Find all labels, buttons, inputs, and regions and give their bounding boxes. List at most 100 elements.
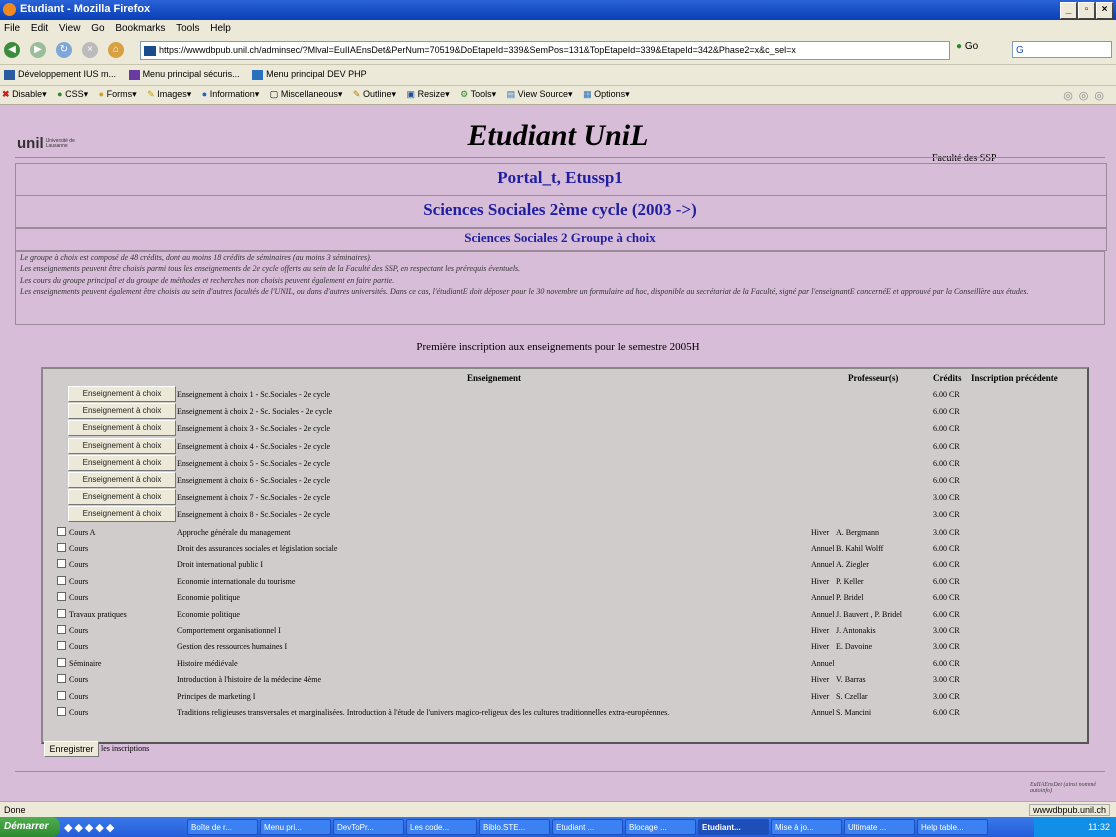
dev-options[interactable]: ▦ Options▾ [583,89,630,100]
dev-css[interactable]: ● CSS▾ [57,89,88,100]
start-button[interactable]: Démarrer [0,817,60,837]
course-period: Hiver [811,691,830,701]
course-checkbox[interactable] [57,674,66,684]
menu-view[interactable]: View [55,20,85,37]
course-checkbox[interactable] [57,575,66,585]
course-checkbox[interactable] [57,641,66,651]
course-checkbox[interactable] [57,707,66,716]
back-icon[interactable]: ◀ [4,42,20,58]
reload-icon[interactable]: ↻ [56,42,72,58]
course-name: Approche générale du management [177,527,291,537]
dev-label: Images [157,89,187,99]
course-name: Droit international public I [177,560,263,570]
dev-disable[interactable]: ✖ Disable▾ [2,89,47,100]
course-checkbox[interactable] [57,543,66,552]
course-period: Hiver [811,675,830,685]
dev-miscellaneous[interactable]: ▢ Miscellaneous▾ [270,89,343,100]
taskbar-item[interactable]: Les code... [406,819,477,835]
maximize-button[interactable]: ▫ [1078,2,1095,19]
course-name: Principes de marketing I [177,691,256,701]
course-professor: J. Bauvert , P. Bridel [836,609,902,619]
bookmark-label: Menu principal sécuris... [142,69,240,79]
quick-launch-icons[interactable]: ◆◆◆◆◆ [64,821,116,834]
course-credits: 6.00 CR [933,544,960,553]
stop-icon[interactable]: × [82,42,98,58]
go-button[interactable]: ● Go [956,41,978,52]
menu-file[interactable]: File [0,20,24,37]
description-line: Les enseignements peuvent être choisis p… [20,264,521,274]
taskbar-item[interactable]: Biblo.STE... [479,819,550,835]
choice-button[interactable]: Enseignement à choix [68,489,176,506]
course-name: Droit des assurances sociales et législa… [177,544,338,553]
home-icon[interactable]: ⌂ [108,42,124,58]
taskbar-item[interactable]: Menu pri... [260,819,331,835]
course-checkbox[interactable] [57,592,66,602]
site-favicon-icon [144,45,156,56]
forward-icon[interactable]: ▶ [30,42,46,58]
search-input[interactable]: G [1012,41,1112,58]
dev-label: Tools [470,89,492,99]
course-credits: 6.00 CR [933,593,960,603]
save-button[interactable]: Enregistrer [44,741,99,757]
course-checkbox[interactable] [57,625,66,634]
dev-tools[interactable]: ⚙ Tools▾ [460,89,496,100]
tools-icon: ⚙ [460,89,469,99]
choice-button[interactable]: Enseignement à choix [68,420,176,437]
dev-information[interactable]: ● Information▾ [202,89,260,100]
course-checkbox[interactable] [57,690,66,700]
course-name: Comportement organisationnel I [177,626,281,635]
taskbar-item[interactable]: Help table... [917,819,988,835]
course-checkbox[interactable] [57,526,66,536]
dev-label: Forms [106,89,133,99]
dev-view-source[interactable]: ▤ View Source▾ [507,89,573,100]
bookmark-item[interactable]: Menu principal sécuris... [128,69,240,80]
dev-images[interactable]: ✎ Images▾ [147,89,191,100]
dev-resize[interactable]: ▣ Resize▾ [407,89,450,100]
bookmark-icon [4,69,15,80]
taskbar-item[interactable]: Blocage ... [625,819,696,835]
minimize-button[interactable]: _ [1060,2,1077,19]
course-name: Introduction à l'histoire de la médecine… [177,675,322,685]
course-checkbox[interactable] [57,559,66,569]
choice-button[interactable]: Enseignement à choix [68,437,176,454]
url-bar[interactable]: https://wwwdbpub.unil.ch/adminsec/?Mlval… [140,41,950,60]
taskbar-item[interactable]: Etudiant... [698,819,769,835]
choice-button[interactable]: Enseignement à choix [68,386,176,402]
course-credits: 3.00 CR [933,493,960,503]
window-controls: _ ▫ × [1060,2,1113,19]
choice-button[interactable]: Enseignement à choix [68,454,176,471]
taskbar-item[interactable]: Mise à jo... [771,819,842,835]
taskbar-item[interactable]: Boîte de r... [187,819,258,835]
course-credits: 6.00 CR [933,458,960,468]
taskbar-item[interactable]: Etudiant ... [552,819,623,835]
dev-status-icons: ◎◎◎ [1063,90,1110,102]
css-icon: ● [57,89,63,99]
taskbar-item[interactable]: Ultimate ... [844,819,915,835]
menu-help[interactable]: Help [206,20,235,37]
course-checkbox[interactable] [57,657,66,667]
course-type: Cours [69,560,89,570]
menu-edit[interactable]: Edit [27,20,52,37]
choice-button[interactable]: Enseignement à choix [68,472,176,488]
description-line: Les cours du groupe principal et du grou… [20,275,395,285]
course-name: Histoire médiévale [177,658,238,668]
course-name: Gestion des ressources humaines I [177,642,288,652]
navigation-toolbar: ◀ ▶ ↻ × ⌂ https://wwwdbpub.unil.ch/admin… [0,38,1116,65]
course-checkbox[interactable] [57,608,66,618]
bookmark-item[interactable]: Développement IUS m... [4,69,116,80]
taskbar-item[interactable]: DevToPr... [333,819,404,835]
menu-bookmarks[interactable]: Bookmarks [111,20,169,37]
bookmark-item[interactable]: Menu principal DEV PHP [252,69,367,80]
menu-go[interactable]: Go [87,20,108,37]
choice-button[interactable]: Enseignement à choix [68,506,176,523]
dev-forms[interactable]: ● Forms▾ [99,89,137,100]
menu-tools[interactable]: Tools [172,20,203,37]
images-icon: ✎ [147,89,155,99]
program-title: Sciences Sociales 2ème cycle (2003 ->) [423,200,697,219]
course-period: Annuel [811,708,835,717]
save-label: les inscriptions [101,744,150,753]
dev-outline[interactable]: ✎ Outline▾ [353,89,396,100]
course-credits: 6.00 CR [933,658,960,668]
close-button[interactable]: × [1096,2,1113,19]
choice-button[interactable]: Enseignement à choix [68,403,176,420]
